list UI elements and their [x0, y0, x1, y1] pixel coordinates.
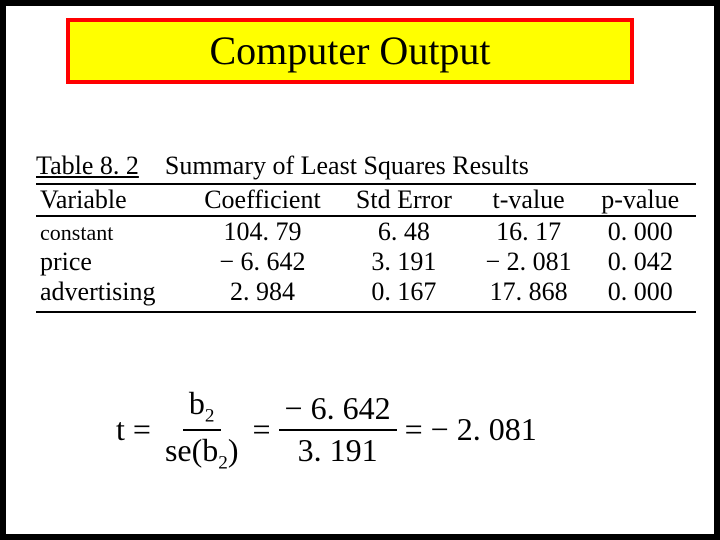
fraction-symbolic: b2 se(b2) — [159, 386, 245, 473]
cell-se: 6. 48 — [335, 216, 473, 247]
title-box: Computer Output — [66, 18, 634, 84]
header-p: p-value — [584, 185, 696, 216]
cell-coef: 2. 984 — [190, 277, 335, 312]
equals-sign: = — [405, 411, 423, 448]
table-caption: Table 8. 2 Summary of Least Squares Resu… — [36, 151, 696, 185]
table-row: advertising 2. 984 0. 167 17. 868 0. 000 — [36, 277, 696, 312]
fraction-denominator: se(b2) — [159, 431, 245, 474]
cell-variable: advertising — [36, 277, 190, 312]
cell-variable: constant — [36, 216, 190, 247]
equals-sign: = — [133, 411, 151, 448]
formula-lhs: t — [116, 411, 125, 448]
cell-p: 0. 042 — [584, 247, 696, 277]
cell-coef: − 6. 642 — [190, 247, 335, 277]
table-row: constant 104. 79 6. 48 16. 17 0. 000 — [36, 216, 696, 247]
cell-p: 0. 000 — [584, 277, 696, 312]
header-se: Std Error — [335, 185, 473, 216]
t-formula: t = b2 se(b2) = − 6. 642 3. 191 = − 2. 0… — [116, 386, 537, 473]
cell-coef: 104. 79 — [190, 216, 335, 247]
header-variable: Variable — [36, 185, 190, 216]
slide-frame: Computer Output Table 8. 2 Summary of Le… — [0, 0, 720, 540]
slide-title: Computer Output — [209, 28, 490, 73]
header-t: t-value — [473, 185, 585, 216]
formula-result: − 2. 081 — [431, 411, 537, 448]
cell-se: 3. 191 — [335, 247, 473, 277]
cell-p: 0. 000 — [584, 216, 696, 247]
table-caption-text: Summary of Least Squares Results — [165, 151, 529, 180]
table-header-row: Variable Coefficient Std Error t-value p… — [36, 185, 696, 216]
fraction-numerator: − 6. 642 — [279, 391, 397, 430]
table-row: price − 6. 642 3. 191 − 2. 081 0. 042 — [36, 247, 696, 277]
fraction-numerator: b2 — [183, 386, 221, 431]
header-coef: Coefficient — [190, 185, 335, 216]
cell-se: 0. 167 — [335, 277, 473, 312]
fraction-numeric: − 6. 642 3. 191 — [279, 391, 397, 467]
table-caption-label: Table 8. 2 — [36, 151, 139, 180]
cell-t: 17. 868 — [473, 277, 585, 312]
cell-t: 16. 17 — [473, 216, 585, 247]
fraction-denominator: 3. 191 — [292, 431, 384, 468]
results-table: Variable Coefficient Std Error t-value p… — [36, 185, 696, 313]
results-table-wrap: Table 8. 2 Summary of Least Squares Resu… — [36, 151, 696, 313]
cell-t: − 2. 081 — [473, 247, 585, 277]
cell-variable: price — [36, 247, 190, 277]
equals-sign: = — [253, 411, 271, 448]
